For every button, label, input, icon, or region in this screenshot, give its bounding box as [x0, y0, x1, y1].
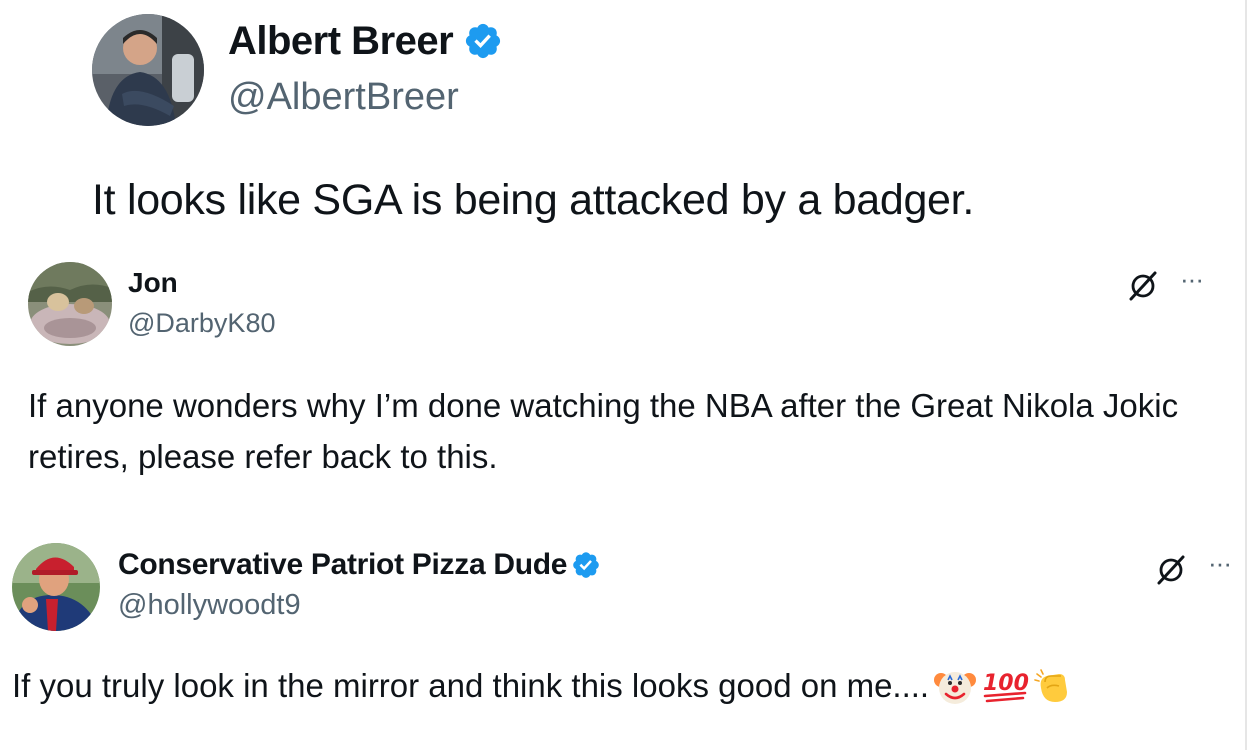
reply-1-avatar-image — [28, 262, 112, 346]
main-tweet-display-name[interactable]: Albert Breer — [228, 19, 454, 64]
main-tweet-text: It looks like SGA is being attacked by a… — [92, 176, 974, 224]
scroll-edge-divider — [1245, 0, 1247, 750]
clapping-hands-icon — [1033, 666, 1073, 706]
reply-1-actions: ··· — [1126, 266, 1204, 302]
reply-1-display-name[interactable]: Jon — [128, 267, 178, 299]
main-tweet-avatar-image — [92, 14, 204, 126]
hundred-points-icon: 100 — [981, 666, 1029, 706]
verified-badge-icon — [571, 550, 601, 580]
main-tweet-name-row: Albert Breer — [228, 18, 503, 64]
reply-1-name-row: Jon — [128, 266, 178, 300]
reply-1-handle[interactable]: @DarbyK80 — [128, 308, 275, 339]
screenshot-page: Albert Breer @AlbertBreer It looks like … — [0, 0, 1250, 750]
main-tweet-handle[interactable]: @AlbertBreer — [228, 76, 459, 119]
reply-2-avatar[interactable] — [12, 543, 100, 631]
grok-icon[interactable] — [1126, 268, 1160, 302]
reply-2-actions: ··· — [1154, 550, 1232, 586]
more-options-icon[interactable]: ··· — [1208, 550, 1232, 576]
verified-badge-icon — [463, 21, 503, 61]
reply-2-text-row: If you truly look in the mirror and thin… — [12, 666, 1073, 706]
reply-2-name-row: Conservative Patriot Pizza Dude — [118, 547, 601, 583]
reply-1-text: If anyone wonders why I’m done watching … — [28, 387, 1179, 475]
clown-face-icon — [933, 666, 977, 706]
grok-icon[interactable] — [1154, 552, 1188, 586]
more-options-icon[interactable]: ··· — [1180, 266, 1204, 292]
reply-2-text: If you truly look in the mirror and thin… — [12, 667, 930, 704]
reply-2-handle[interactable]: @hollywoodt9 — [118, 589, 301, 622]
reply-2-display-name[interactable]: Conservative Patriot Pizza Dude — [118, 548, 567, 582]
reply-2-avatar-image — [12, 543, 100, 631]
reply-1-avatar[interactable] — [28, 262, 112, 346]
main-tweet-avatar[interactable] — [92, 14, 204, 126]
